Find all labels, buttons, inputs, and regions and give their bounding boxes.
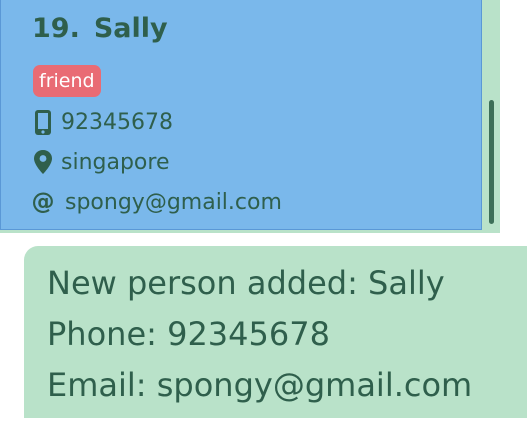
result-line-email: Email: spongy@gmail.com — [47, 366, 473, 404]
tag-badge: friend — [33, 65, 101, 97]
person-index: 19. — [32, 13, 80, 44]
result-line-phone: Phone: 92345678 — [47, 315, 330, 353]
address-row: singapore — [31, 147, 170, 177]
phone-value: 92345678 — [61, 109, 173, 135]
map-marker-icon — [31, 148, 55, 176]
result-line-added: New person added: Sally — [47, 264, 445, 302]
mobile-phone-icon — [31, 108, 55, 136]
phone-row: 92345678 — [31, 107, 173, 137]
at-sign-icon: @ — [31, 189, 55, 215]
person-name-row: 19. Sally — [32, 13, 168, 44]
email-value: spongy@gmail.com — [65, 189, 282, 215]
result-display: New person added: Sally Phone: 92345678 … — [24, 246, 527, 418]
address-value: singapore — [61, 149, 170, 175]
person-card[interactable]: 19. Sally friend 92345678 singapore @ sp… — [0, 0, 482, 230]
scrollbar-thumb[interactable] — [489, 100, 494, 224]
person-name: Sally — [93, 13, 168, 44]
email-row: @ spongy@gmail.com — [31, 187, 282, 217]
person-list-panel: 19. Sally friend 92345678 singapore @ sp… — [0, 0, 500, 233]
list-scrollbar[interactable] — [485, 0, 498, 233]
